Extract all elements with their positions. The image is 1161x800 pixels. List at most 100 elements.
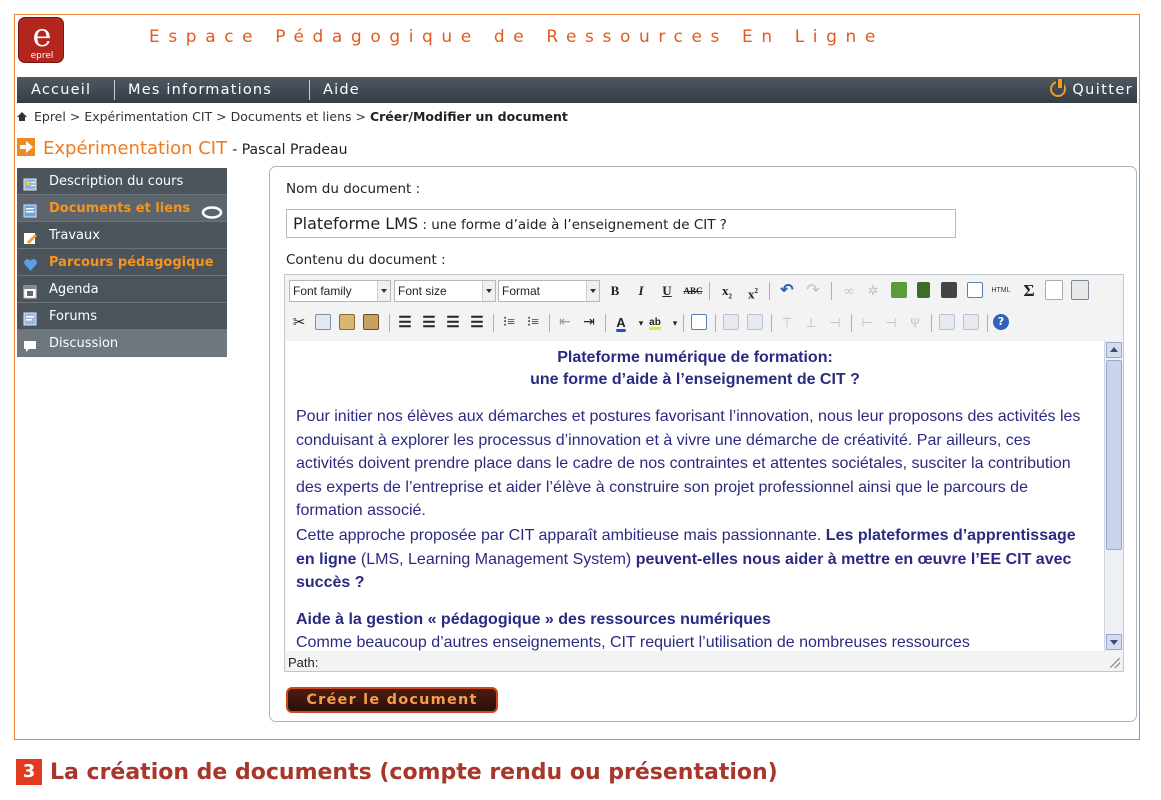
italic-icon[interactable]: I bbox=[631, 281, 651, 301]
figure-caption: 3 La création de documents (compte rendu … bbox=[16, 759, 778, 789]
nav-item-aide[interactable]: Aide bbox=[323, 77, 360, 103]
link-icon[interactable]: ∞ bbox=[839, 281, 859, 301]
align-right-icon[interactable]: ☰ bbox=[443, 313, 463, 333]
nav-item-mes-informations[interactable]: Mes informations bbox=[128, 77, 272, 103]
toolbar-separator bbox=[771, 314, 772, 332]
strikethrough-icon[interactable]: ABC bbox=[683, 281, 703, 301]
sidebar-item-label: Documents et liens bbox=[49, 201, 191, 216]
sidebar-item-agenda[interactable]: Agenda bbox=[17, 276, 227, 303]
breadcrumb: Eprel > Expérimentation CIT > Documents … bbox=[17, 109, 568, 124]
caption-number: 3 bbox=[16, 759, 42, 785]
nav-separator bbox=[309, 80, 310, 100]
editor-content-area[interactable]: Plateforme numérique de formation: une f… bbox=[286, 341, 1104, 651]
create-document-button[interactable]: Créer le document bbox=[286, 687, 498, 713]
chevron-down-icon bbox=[377, 281, 390, 301]
delete-col-icon[interactable]: Ψ bbox=[905, 313, 925, 333]
scroll-up-icon[interactable] bbox=[1106, 342, 1122, 358]
media-icon[interactable] bbox=[917, 282, 930, 298]
sidebar-item-documents[interactable]: Documents et liens bbox=[17, 195, 227, 222]
quit-button[interactable]: Quitter bbox=[1050, 77, 1133, 103]
unlink-icon[interactable]: ✲ bbox=[863, 281, 883, 301]
paste-word-icon[interactable] bbox=[363, 314, 379, 330]
resize-grip-icon[interactable] bbox=[1110, 658, 1120, 668]
undo-icon[interactable]: ↶ bbox=[777, 281, 797, 301]
html-icon[interactable]: HTML bbox=[991, 281, 1011, 301]
document-form: Nom du document : Plateforme LMS : une f… bbox=[269, 166, 1137, 722]
sidebar-item-travaux[interactable]: Travaux bbox=[17, 222, 227, 249]
breadcrumb-separator: > bbox=[69, 109, 81, 124]
edit-icon[interactable] bbox=[691, 314, 707, 330]
font-family-select[interactable]: Font family bbox=[289, 280, 391, 302]
subscript-icon[interactable]: x2 bbox=[717, 281, 737, 301]
align-center-icon[interactable]: ☰ bbox=[419, 313, 439, 333]
insert-row-after-icon[interactable]: ⊥ bbox=[801, 313, 821, 333]
logo-letter: e bbox=[32, 16, 52, 54]
cut-icon[interactable]: ✂ bbox=[289, 313, 309, 333]
forum-icon bbox=[23, 309, 38, 326]
scroll-thumb[interactable] bbox=[1106, 360, 1122, 550]
document-name-rest: : une forme d’aide à l’enseignement de C… bbox=[418, 217, 727, 233]
text-color-icon[interactable]: A bbox=[611, 313, 631, 333]
nav-item-accueil[interactable]: Accueil bbox=[31, 77, 91, 103]
sigma-icon[interactable]: Σ bbox=[1019, 281, 1039, 301]
course-author: - Pascal Pradeau bbox=[232, 142, 348, 158]
format-value: Format bbox=[502, 284, 541, 298]
redo-icon[interactable]: ↷ bbox=[803, 281, 823, 301]
merge-cells-icon[interactable] bbox=[963, 314, 979, 330]
new-document-icon[interactable] bbox=[1045, 280, 1063, 300]
outdent-icon[interactable]: ⇤ bbox=[555, 313, 575, 333]
format-select[interactable]: Format bbox=[498, 280, 600, 302]
toolbar-separator bbox=[493, 314, 494, 332]
breadcrumb-separator: > bbox=[216, 109, 227, 124]
bold-icon[interactable]: B bbox=[605, 281, 625, 301]
superscript-icon[interactable]: x2 bbox=[743, 281, 763, 301]
breadcrumb-course[interactable]: Expérimentation CIT bbox=[84, 109, 212, 124]
help-icon[interactable]: ? bbox=[993, 314, 1009, 330]
image-icon[interactable] bbox=[891, 282, 907, 298]
sidebar-item-forums[interactable]: Forums bbox=[17, 303, 227, 330]
document-paragraph-3: Comme beaucoup d’autres enseignements, C… bbox=[296, 634, 970, 651]
sidebar-item-label: Parcours pédagogique bbox=[49, 255, 214, 270]
chevron-down-icon[interactable]: ▾ bbox=[665, 313, 685, 333]
breadcrumb-documents[interactable]: Documents et liens bbox=[231, 109, 352, 124]
document-content-label: Contenu du document : bbox=[286, 252, 446, 268]
breadcrumb-separator: > bbox=[355, 109, 366, 124]
save-document-icon[interactable] bbox=[1071, 280, 1089, 300]
numbered-list-icon[interactable]: ⁝≡ bbox=[523, 313, 543, 333]
font-size-select[interactable]: Font size bbox=[394, 280, 496, 302]
toolbar-separator bbox=[605, 314, 606, 332]
eprel-logo[interactable]: e eprel bbox=[18, 17, 64, 63]
insert-col-before-icon[interactable]: ⊢ bbox=[857, 313, 877, 333]
copy-icon[interactable] bbox=[315, 314, 331, 330]
scroll-down-icon[interactable] bbox=[1106, 634, 1122, 650]
sidebar-item-discussion[interactable]: Discussion bbox=[17, 330, 227, 357]
app-frame: e eprel Espace Pédagogique de Ressources… bbox=[14, 14, 1140, 740]
split-cells-icon[interactable] bbox=[939, 314, 955, 330]
pencil-icon bbox=[23, 228, 38, 244]
film-icon[interactable] bbox=[941, 282, 957, 298]
insert-col-after-icon[interactable]: ⊣ bbox=[881, 313, 901, 333]
table-row-props-icon[interactable] bbox=[723, 314, 739, 330]
sidebar-item-parcours[interactable]: Parcours pédagogique bbox=[17, 249, 227, 276]
site-header: e eprel Espace Pédagogique de Ressources… bbox=[15, 15, 1139, 73]
highlight-color-icon[interactable]: ab bbox=[645, 313, 665, 333]
paste-icon[interactable] bbox=[339, 314, 355, 330]
toolbar-separator bbox=[769, 282, 770, 300]
course-name[interactable]: Expérimentation CIT bbox=[43, 138, 227, 159]
underline-icon[interactable]: U bbox=[657, 281, 677, 301]
align-left-icon[interactable]: ☰ bbox=[395, 313, 415, 333]
delete-row-icon[interactable]: ⊣ bbox=[825, 313, 845, 333]
toolbar-separator bbox=[715, 314, 716, 332]
document-paragraph-2: Cette approche proposée par CIT apparaît… bbox=[296, 524, 1086, 595]
indent-icon[interactable]: ⇥ bbox=[579, 313, 599, 333]
heart-icon bbox=[23, 255, 38, 271]
template-icon[interactable] bbox=[967, 282, 983, 298]
sidebar-item-description[interactable]: Description du cours bbox=[17, 168, 227, 195]
align-justify-icon[interactable]: ☰ bbox=[467, 313, 487, 333]
breadcrumb-eprel[interactable]: Eprel bbox=[34, 109, 66, 124]
editor-scrollbar[interactable] bbox=[1104, 341, 1123, 651]
insert-row-before-icon[interactable]: ⊤ bbox=[777, 313, 797, 333]
document-name-input[interactable]: Plateforme LMS : une forme d’aide à l’en… bbox=[286, 209, 956, 238]
table-cell-props-icon[interactable] bbox=[747, 314, 763, 330]
bullet-list-icon[interactable]: ⁝≡ bbox=[499, 313, 519, 333]
